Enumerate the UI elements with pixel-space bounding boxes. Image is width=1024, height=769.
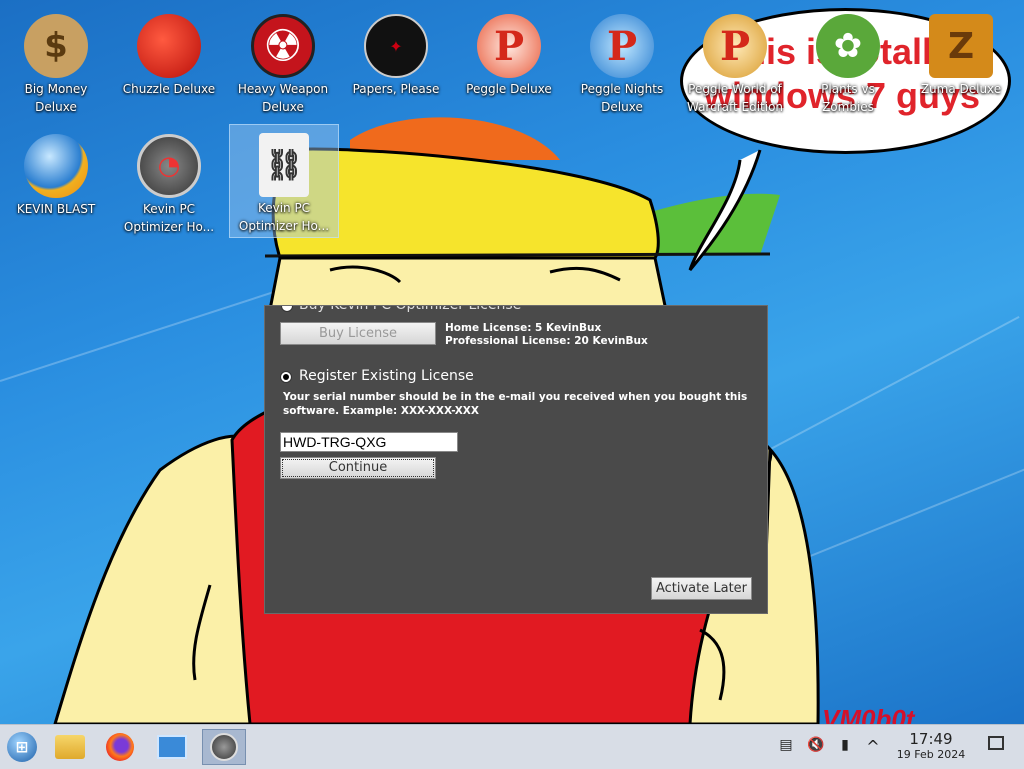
desktop: this is totally windows 7 guys $ Big Mon… [0, 0, 1024, 724]
desktop-icon-kevin-pc-optimizer-shortcut[interactable]: ⛓ Kevin PC Optimizer Ho... [229, 124, 339, 238]
taskbar: ⊞ ▤ 🔇 ▮ ^ 17:49 19 Feb 2024 [0, 724, 1024, 769]
taskbar-file-manager[interactable] [48, 729, 92, 765]
desktop-icon-peggle[interactable]: P Peggle Deluxe [455, 6, 563, 118]
clipboard-icon[interactable]: ▤ [777, 737, 795, 757]
desktop-icon-peggle-wow[interactable]: P Peggle World of Warcraft Edition [681, 6, 789, 118]
buy-license-radio[interactable] [281, 306, 293, 312]
buy-license-heading: Buy Kevin PC Optimizer License [299, 305, 522, 313]
icon-label: Kevin PC Optimizer Ho... [123, 202, 215, 234]
desktop-icon-kevin-blast[interactable]: KEVIN BLAST [2, 126, 110, 238]
icon-label: Zuma Deluxe [920, 82, 1002, 96]
papers-please-icon: ✦ [364, 14, 428, 78]
clock-date: 19 Feb 2024 [896, 748, 966, 761]
icon-label: Papers, Please [352, 82, 440, 96]
chevron-up-icon[interactable]: ^ [864, 737, 882, 757]
windows-start-icon: ⊞ [7, 732, 37, 762]
desktop-icon-kevin-pc-optimizer[interactable]: ◔ Kevin PC Optimizer Ho... [115, 126, 223, 238]
peggle-icon: P [477, 14, 541, 78]
peggle-wow-icon: P [703, 14, 767, 78]
clock-time: 17:49 [909, 730, 953, 748]
show-desktop-icon[interactable] [988, 736, 1004, 750]
desktop-icon-chuzzle[interactable]: Chuzzle Deluxe [115, 6, 223, 118]
serial-hint-line2: software. Example: XXX-XXX-XXX [283, 405, 479, 417]
desktop-icon-plants-vs-zombies[interactable]: ✿ Plants vs Zombies [794, 6, 902, 118]
firefox-icon [106, 733, 134, 761]
icon-label: Big Money Deluxe [24, 82, 88, 114]
control-panel-icon [157, 735, 187, 759]
shortcut-file-icon: ⛓ [259, 133, 309, 197]
desktop-icon-heavy-weapon[interactable]: ☢ Heavy Weapon Deluxe [229, 6, 337, 118]
icon-label: Chuzzle Deluxe [122, 82, 216, 96]
taskbar-kevin-pc-optimizer[interactable] [202, 729, 246, 765]
serial-number-input[interactable]: HWD-TRG-QXG [280, 432, 458, 452]
buy-license-button[interactable]: Buy License [280, 322, 436, 345]
taskbar-firefox[interactable] [98, 729, 142, 765]
icon-label: Peggle Nights Deluxe [580, 82, 664, 114]
professional-license-price: Professional License: 20 KevinBux [445, 335, 648, 347]
serial-hint-line1: Your serial number should be in the e-ma… [283, 391, 748, 403]
radiation-icon: ☢ [251, 14, 315, 78]
activate-later-button[interactable]: Activate Later [651, 577, 752, 600]
register-license-radio[interactable] [280, 371, 292, 383]
folder-icon [55, 735, 85, 759]
register-license-label: Register Existing License [299, 368, 474, 384]
start-button[interactable]: ⊞ [0, 729, 44, 765]
kevin-blast-icon [24, 134, 88, 198]
plants-vs-zombies-icon: ✿ [816, 14, 880, 78]
icon-label: Heavy Weapon Deluxe [237, 82, 329, 114]
zuma-icon: Z [929, 14, 993, 78]
peggle-nights-icon: P [590, 14, 654, 78]
icon-label: Peggle World of Warcraft Edition [686, 82, 784, 114]
continue-button[interactable]: Continue [280, 457, 436, 479]
icon-label: Kevin PC Optimizer Ho... [238, 201, 330, 233]
money-bag-icon: $ [24, 14, 88, 78]
license-dialog: Buy Kevin PC Optimizer License Buy Licen… [264, 305, 768, 614]
taskbar-control-panel[interactable] [150, 729, 194, 765]
desktop-icon-big-money[interactable]: $ Big Money Deluxe [2, 6, 110, 118]
icon-label: Peggle Deluxe [466, 82, 552, 96]
desktop-icon-papers-please[interactable]: ✦ Papers, Please [342, 6, 450, 118]
speedometer-icon: ◔ [137, 134, 201, 198]
desktop-icon-peggle-nights[interactable]: P Peggle Nights Deluxe [568, 6, 676, 118]
icon-label: KEVIN BLAST [16, 202, 96, 216]
usb-device-icon[interactable]: ▮ [836, 737, 854, 757]
clock[interactable]: 17:49 19 Feb 2024 [888, 731, 974, 762]
icon-label: Plants vs Zombies [821, 82, 875, 114]
chuzzle-icon [137, 14, 201, 78]
desktop-icon-zuma[interactable]: Z Zuma Deluxe [907, 6, 1015, 118]
watermark: VM0b0t [822, 704, 915, 724]
speedometer-icon [210, 733, 238, 761]
volume-muted-icon[interactable]: 🔇 [807, 737, 825, 757]
home-license-price: Home License: 5 KevinBux [445, 322, 602, 334]
